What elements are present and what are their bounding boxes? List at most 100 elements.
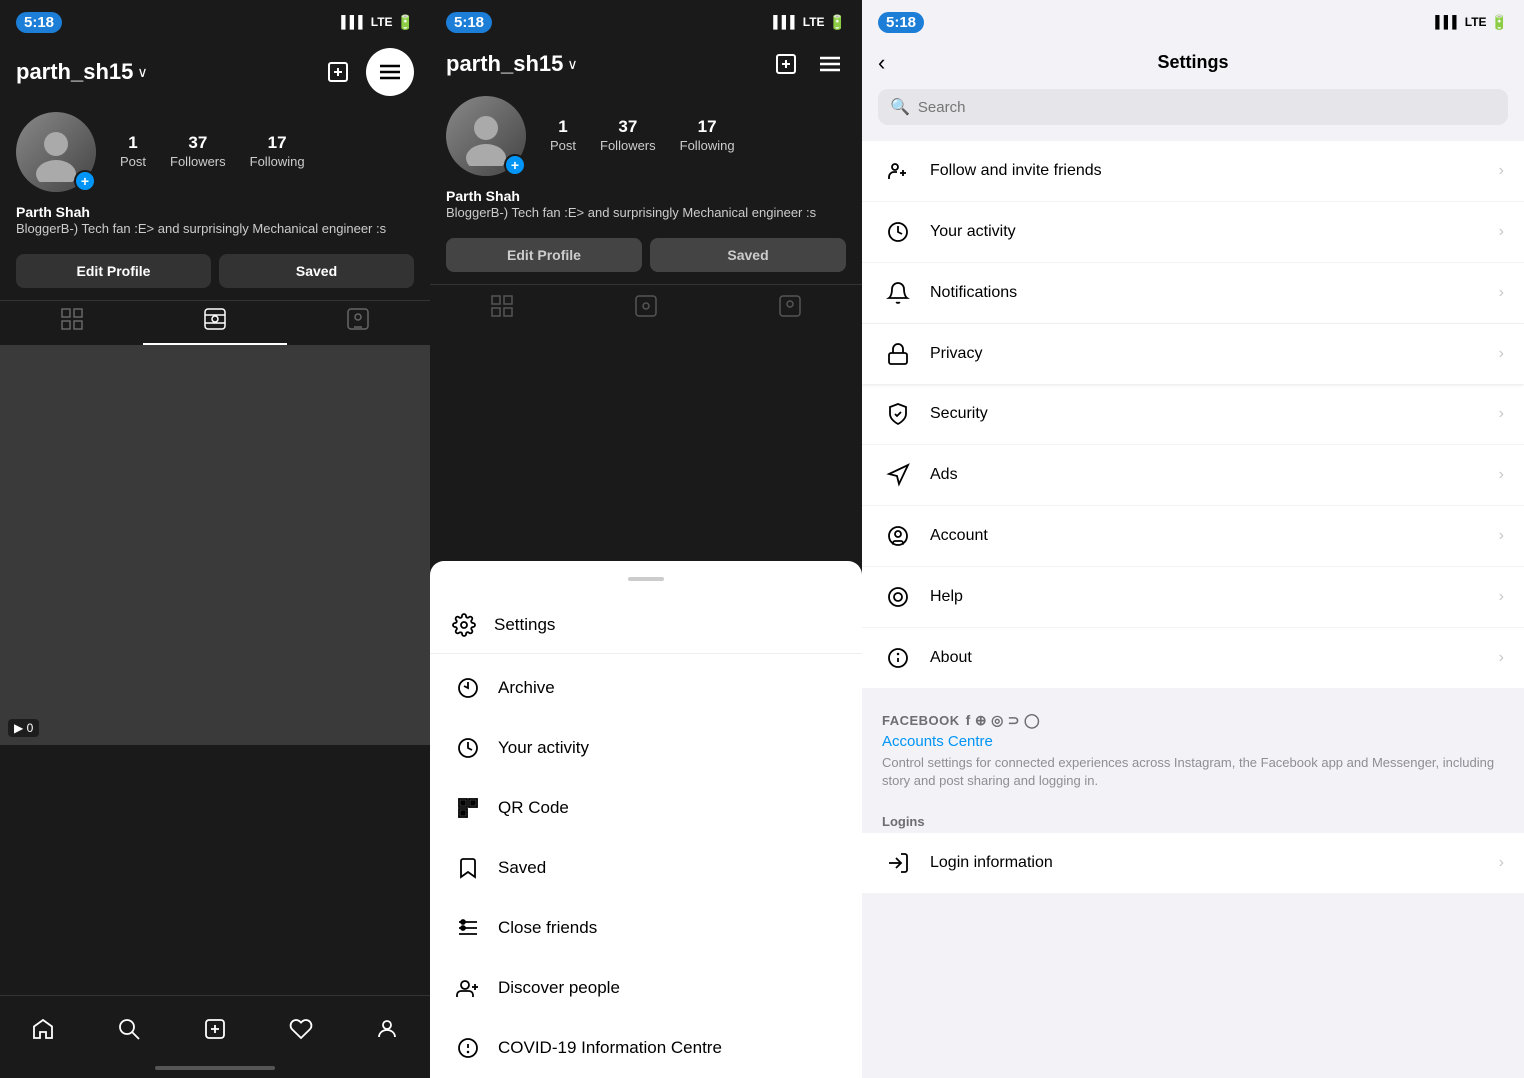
settings-item-help[interactable]: Help ›	[862, 567, 1524, 628]
status-icons-1: ▌▌▌ LTE 🔋	[341, 14, 414, 31]
add-story-button-1[interactable]: +	[74, 170, 96, 192]
tab-tagged-1[interactable]	[287, 301, 430, 345]
hamburger-button-1[interactable]	[366, 48, 414, 96]
avatar-1[interactable]: +	[16, 112, 96, 192]
battery-icon-3: 🔋	[1491, 14, 1508, 31]
menu-item-covid[interactable]: COVID-19 Information Centre	[430, 1018, 862, 1078]
lte-label-2: LTE	[803, 15, 825, 29]
activity-label-menu: Your activity	[498, 738, 589, 758]
settings-item-privacy[interactable]: Privacy ›	[862, 324, 1524, 384]
hamburger-button-2[interactable]	[814, 48, 846, 80]
status-bar-3: 5:18 ▌▌▌ LTE 🔋	[862, 0, 1524, 44]
settings-list: Follow and invite friends › Your activit…	[862, 133, 1524, 1061]
search-input-3[interactable]	[918, 99, 1496, 116]
username-row-1[interactable]: parth_sh15 ∨	[16, 59, 148, 85]
back-button[interactable]: ‹	[878, 50, 885, 76]
login-info-label: Login information	[930, 854, 1483, 872]
account-icon	[882, 520, 914, 552]
discover-label-menu: Discover people	[498, 978, 620, 998]
status-time-3: 5:18	[878, 12, 924, 33]
whatsapp-icon: ⊃	[1008, 712, 1020, 729]
followers-count-1: 37	[170, 133, 226, 153]
login-info-icon	[882, 847, 914, 879]
logins-title: Logins	[882, 814, 1504, 829]
signal-icon-1: ▌▌▌	[341, 15, 367, 29]
help-chevron-icon: ›	[1499, 588, 1504, 606]
settings-label-menu: Settings	[494, 615, 555, 635]
profile-header-1: parth_sh15 ∨	[0, 44, 430, 104]
archive-icon-menu	[454, 674, 482, 702]
tab-reels-1[interactable]	[143, 301, 286, 345]
tab-grid-1[interactable]	[0, 301, 143, 345]
username-1: parth_sh15	[16, 59, 133, 85]
menu-item-saved[interactable]: Saved	[430, 838, 862, 898]
notifications-label: Notifications	[930, 284, 1483, 302]
menu-item-discover[interactable]: Discover people	[430, 958, 862, 1018]
status-time-1: 5:18	[16, 12, 62, 33]
facebook-section: FACEBOOK f ⊕ ◎ ⊃ ◯ Accounts Centre Contr…	[862, 696, 1524, 798]
accounts-centre-link[interactable]: Accounts Centre	[882, 729, 1504, 754]
content-thumb-1: ▶ 0	[0, 345, 430, 745]
close-friends-icon-menu	[454, 914, 482, 942]
settings-icon-menu	[450, 611, 478, 639]
followers-label-1: Followers	[170, 154, 226, 169]
activity-label-settings: Your activity	[930, 223, 1483, 241]
settings-group-main: Follow and invite friends › Your activit…	[862, 141, 1524, 688]
posts-label-1: Post	[120, 154, 146, 169]
home-indicator-1	[155, 1066, 275, 1070]
nav-heart-1[interactable]	[279, 1007, 323, 1051]
close-friends-label-menu: Close friends	[498, 918, 597, 938]
privacy-chevron-icon: ›	[1499, 345, 1504, 363]
nav-search-1[interactable]	[107, 1007, 151, 1051]
profile-header-2: parth_sh15 ∨	[430, 44, 862, 88]
stat-posts-1[interactable]: 1 Post	[120, 133, 146, 171]
about-label: About	[930, 649, 1483, 667]
settings-item-notifications[interactable]: Notifications ›	[862, 263, 1524, 324]
qr-icon-menu	[454, 794, 482, 822]
bio-name-1: Parth Shah	[16, 204, 414, 220]
nav-home-1[interactable]	[21, 1007, 65, 1051]
menu-item-archive[interactable]: Archive	[430, 658, 862, 718]
add-story-btn-2: +	[504, 154, 526, 176]
settings-item-about[interactable]: About ›	[862, 628, 1524, 688]
activity-icon-settings	[882, 216, 914, 248]
privacy-label: Privacy	[930, 345, 1483, 363]
about-chevron-icon: ›	[1499, 649, 1504, 667]
play-badge-1: ▶ 0	[8, 719, 39, 737]
saved-button-1[interactable]: Saved	[219, 254, 414, 288]
fb-icon: f	[966, 712, 971, 729]
menu-item-qr[interactable]: QR Code	[430, 778, 862, 838]
battery-icon-1: 🔋	[397, 14, 414, 31]
new-post-button-2[interactable]	[770, 48, 802, 80]
signal-icon-3: ▌▌▌	[1435, 15, 1461, 29]
settings-item-follow[interactable]: Follow and invite friends ›	[862, 141, 1524, 202]
instagram-icon: ◎	[991, 712, 1004, 729]
menu-item-settings[interactable]: Settings	[430, 597, 862, 654]
saved-button-2[interactable]: Saved	[650, 238, 846, 272]
settings-item-security[interactable]: Security ›	[862, 384, 1524, 445]
reels-icon-1	[204, 308, 226, 336]
menu-item-close-friends[interactable]: Close friends	[430, 898, 862, 958]
stat-followers-1[interactable]: 37 Followers	[170, 133, 226, 171]
messenger-icon: ⊕	[975, 712, 987, 729]
privacy-icon	[882, 338, 914, 370]
chevron-down-icon-2: ∨	[567, 56, 577, 73]
stat-following-1[interactable]: 17 Following	[250, 133, 305, 171]
edit-profile-button-2[interactable]: Edit Profile	[446, 238, 642, 272]
settings-header: ‹ Settings	[862, 44, 1524, 81]
status-bar-1: 5:18 ▌▌▌ LTE 🔋	[0, 0, 430, 44]
settings-item-ads[interactable]: Ads ›	[862, 445, 1524, 506]
settings-item-account[interactable]: Account ›	[862, 506, 1524, 567]
nav-add-1[interactable]	[193, 1007, 237, 1051]
menu-item-activity[interactable]: Your activity	[430, 718, 862, 778]
settings-item-activity[interactable]: Your activity ›	[862, 202, 1524, 263]
search-bar[interactable]: 🔍	[878, 89, 1508, 125]
activity-chevron-icon: ›	[1499, 223, 1504, 241]
edit-profile-button-1[interactable]: Edit Profile	[16, 254, 211, 288]
grid-icon-1	[61, 308, 83, 336]
bio-name-2: Parth Shah	[446, 188, 846, 204]
new-post-button-1[interactable]	[322, 56, 354, 88]
qr-label-menu: QR Code	[498, 798, 569, 818]
settings-item-login-info[interactable]: Login information ›	[862, 833, 1524, 893]
nav-profile-1[interactable]	[365, 1007, 409, 1051]
